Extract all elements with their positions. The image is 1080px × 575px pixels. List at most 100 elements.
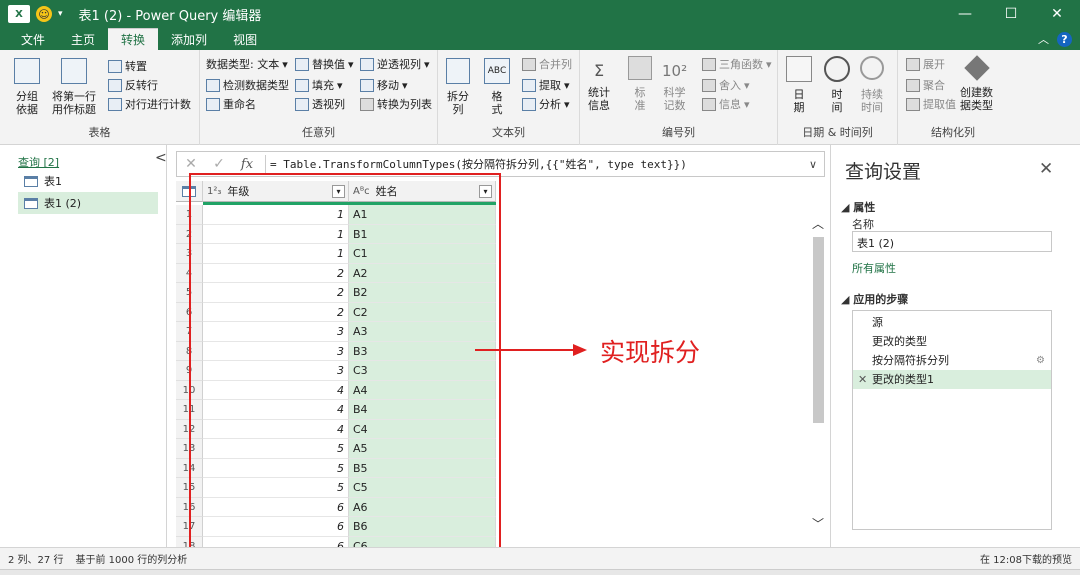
extract-values-button[interactable]: 提取值	[906, 96, 956, 112]
extract-button[interactable]: 提取 ▾	[522, 77, 570, 93]
list-icon	[360, 97, 374, 111]
expand-button[interactable]: 展开	[906, 56, 945, 72]
pivot-icon	[295, 97, 309, 111]
calendar-icon	[786, 56, 812, 82]
info-icon	[702, 97, 716, 111]
expand-formula-icon[interactable]: ∨	[802, 158, 824, 171]
all-properties-link[interactable]: 所有属性	[852, 260, 896, 276]
reverse-rows-button[interactable]: 反转行	[108, 77, 158, 93]
query-settings-pane: 查询设置 ✕ ◢ 属性 名称 表1 (2) 所有属性 ◢ 应用的步骤 源 更改的…	[830, 145, 1080, 547]
group-by-button[interactable]: 分组 依据	[14, 58, 40, 116]
group-any-column: 数据类型: 文本 ▾ 检测数据类型 重命名 替换值 ▾ 填充 ▾ 透视列 逆透视列 ▾ …	[200, 50, 438, 145]
replace-values-button[interactable]: 替换值 ▾	[295, 56, 354, 72]
duration-button[interactable]: 持续 时间	[860, 56, 884, 114]
smiley-feedback-icon[interactable]: ☺	[36, 6, 52, 22]
scroll-up-icon[interactable]: ︿	[812, 215, 824, 232]
stopwatch-icon	[860, 56, 884, 80]
group-datetime-column: 日 期 时 间 持续 时间 日期 & 时间列	[778, 50, 898, 145]
transpose-icon	[108, 59, 122, 73]
group-label-any-column: 任意列	[302, 126, 335, 139]
create-data-type-button[interactable]: 创建数 据类型	[960, 55, 993, 112]
excel-background-strip	[0, 569, 1080, 575]
merge-columns-button[interactable]: 合并列	[522, 56, 572, 72]
title-bar: X ☺ ▾ 表1 (2) - Power Query 编辑器 — ☐ ✕	[0, 0, 1080, 28]
unpivot-button[interactable]: 逆透视列 ▾	[360, 56, 430, 72]
formula-input[interactable]: = Table.TransformColumnTypes(按分隔符拆分列,{{"…	[270, 156, 802, 172]
tab-file[interactable]: 文件	[8, 28, 58, 50]
to-list-button[interactable]: 转换为列表	[360, 96, 432, 112]
step-item[interactable]: 更改的类型	[853, 332, 1051, 351]
rounding-button[interactable]: 舍入 ▾	[702, 77, 750, 93]
step-item[interactable]: 按分隔符拆分列 ⚙	[853, 351, 1051, 370]
pivot-column-button[interactable]: 透视列	[295, 96, 345, 112]
use-first-row-button[interactable]: 将第一行 用作标题	[52, 58, 96, 116]
time-button[interactable]: 时 间	[824, 56, 850, 114]
step-item-active[interactable]: ✕ 更改的类型1	[853, 370, 1051, 389]
delete-step-icon[interactable]: ✕	[858, 370, 867, 389]
split-column-button[interactable]: 拆分 列	[446, 58, 470, 116]
information-button[interactable]: 信息 ▾	[702, 96, 750, 112]
clock-icon	[824, 56, 850, 82]
standard-button[interactable]: 标 准	[628, 56, 652, 112]
step-item[interactable]: 源	[853, 313, 1051, 332]
aggregate-button[interactable]: 聚合	[906, 77, 945, 93]
query-name-input[interactable]: 表1 (2)	[852, 231, 1052, 252]
count-rows-button[interactable]: 对行进行计数	[108, 96, 191, 112]
arrowhead-icon	[573, 344, 587, 356]
detect-type-button[interactable]: 检测数据类型	[206, 77, 289, 93]
count-rows-icon	[108, 97, 122, 111]
query-item[interactable]: 表1	[18, 170, 158, 192]
status-bar: 2 列、27 行 基于前 1000 行的列分析 在 12:08下载的预览	[0, 547, 1080, 569]
tab-add-column[interactable]: 添加列	[158, 28, 220, 50]
group-label-structured-column: 结构化列	[931, 126, 975, 139]
table-icon	[24, 197, 38, 209]
name-label: 名称	[852, 218, 874, 231]
ribbon: 分组 依据 将第一行 用作标题 转置 反转行 对行进行计数 表格 数据类型: 文…	[0, 50, 1080, 145]
highlight-box	[189, 173, 501, 549]
ribbon-tabs: 文件 主页 转换 添加列 视图 ︿ ?	[0, 28, 1080, 50]
gear-icon[interactable]: ⚙	[1036, 351, 1045, 370]
status-profiling-note[interactable]: 基于前 1000 行的列分析	[63, 551, 187, 566]
fill-button[interactable]: 填充 ▾	[295, 77, 343, 93]
rename-button[interactable]: 重命名	[206, 96, 256, 112]
cancel-formula-icon[interactable]: ✕	[177, 156, 205, 172]
tab-view[interactable]: 视图	[220, 28, 270, 50]
confirm-formula-icon[interactable]: ✓	[205, 156, 233, 172]
tab-transform[interactable]: 转换	[108, 28, 159, 50]
close-window-button[interactable]: ✕	[1034, 0, 1080, 28]
collapse-queries-button[interactable]: <	[155, 150, 167, 166]
data-type-dropdown[interactable]: 数据类型: 文本 ▾	[206, 56, 288, 72]
applied-steps-list: 源 更改的类型 按分隔符拆分列 ⚙ ✕ 更改的类型1	[852, 310, 1052, 530]
transpose-button[interactable]: 转置	[108, 58, 147, 74]
applied-steps-header[interactable]: ◢ 应用的步骤	[841, 291, 908, 307]
power-icon: 10²	[662, 62, 688, 80]
minimize-button[interactable]: —	[942, 0, 988, 28]
maximize-button[interactable]: ☐	[988, 0, 1034, 28]
help-icon[interactable]: ?	[1057, 31, 1072, 47]
group-by-icon	[14, 58, 40, 84]
aggregate-icon	[906, 78, 920, 92]
queries-header[interactable]: 查询 [2]	[18, 154, 59, 170]
collapse-ribbon-icon[interactable]: ︿	[1038, 31, 1049, 47]
reverse-rows-icon	[108, 78, 122, 92]
scroll-thumb[interactable]	[813, 237, 824, 423]
move-button[interactable]: 移动 ▾	[360, 77, 408, 93]
date-button[interactable]: 日 期	[786, 56, 812, 114]
properties-header[interactable]: ◢ 属性	[841, 199, 875, 215]
trig-button[interactable]: 三角函数 ▾	[702, 56, 772, 72]
scroll-down-icon[interactable]: ﹀	[812, 515, 824, 532]
vertical-scrollbar[interactable]: ︿ ﹀	[810, 205, 826, 547]
scientific-button[interactable]: 10² 科学 记数	[662, 56, 687, 112]
format-abc-icon: ABC	[484, 58, 510, 84]
table-header-icon	[61, 58, 87, 84]
statistics-button[interactable]: Σ 统计 信息	[588, 56, 610, 112]
tab-home[interactable]: 主页	[58, 28, 108, 50]
close-settings-icon[interactable]: ✕	[1039, 159, 1053, 179]
query-item-selected[interactable]: 表1 (2)	[18, 192, 158, 214]
quick-access-dropdown-icon[interactable]: ▾	[58, 9, 63, 19]
fx-icon[interactable]: fx	[233, 157, 261, 172]
parse-button[interactable]: 分析 ▾	[522, 96, 570, 112]
parse-icon	[522, 97, 536, 111]
group-label-table: 表格	[88, 126, 111, 139]
format-button[interactable]: ABC 格 式	[484, 58, 510, 116]
